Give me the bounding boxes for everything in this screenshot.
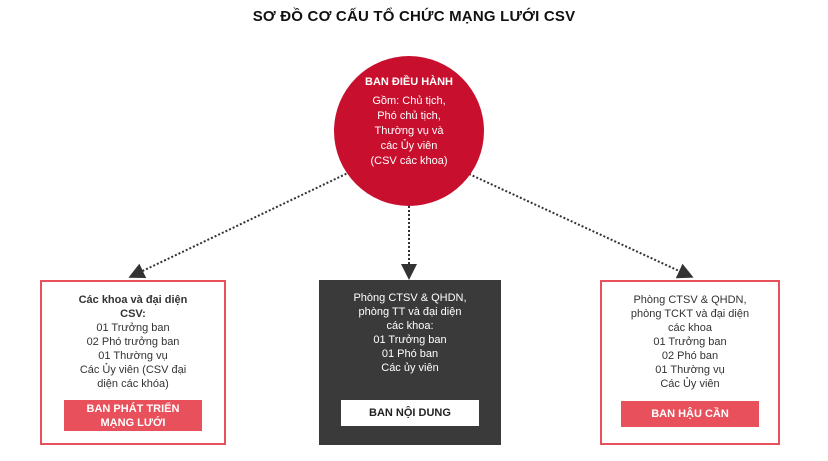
right-box-line: Phòng CTSV & QHDN, <box>633 294 747 306</box>
arrow-to-left-box <box>128 171 351 279</box>
exec-board-line: (CSV các khoa) <box>370 155 448 167</box>
mid-box-line: 01 Trưởng ban <box>373 334 447 346</box>
logistics-board-label: BAN HẬU CẦN <box>621 401 759 427</box>
left-box-line: Các Ủy viên (CSV đại <box>79 364 187 376</box>
exec-board-title: BAN ĐIỀU HÀNH <box>365 76 453 88</box>
right-box-line: phòng TCKT và đại diện <box>630 308 750 320</box>
right-box-line: 01 Thường vụ <box>655 364 725 376</box>
network-dev-board-label-line: MẠNG LƯỚI <box>100 416 166 429</box>
exec-board-line: Gồm: Chủ tịch, <box>372 95 446 107</box>
arrow-to-right-box <box>468 173 694 279</box>
mid-box-line: các khoa: <box>386 320 434 332</box>
left-box-line: 01 Thường vụ <box>98 350 168 362</box>
content-board-label: BAN NỘI DUNG <box>341 400 479 426</box>
exec-board-line: các Ủy viên <box>380 140 438 152</box>
mid-box-line: phòng TT và đại diện <box>358 306 462 318</box>
logistics-board-box: Phòng CTSV & QHDN, phòng TCKT và đại diệ… <box>600 280 780 445</box>
network-dev-board-box: Các khoa và đại diện CSV: 01 Trưởng ban … <box>40 280 226 445</box>
network-dev-board-label: BAN PHÁT TRIỂN MẠNG LƯỚI <box>64 400 202 431</box>
left-box-line: 01 Trưởng ban <box>96 322 170 334</box>
exec-board-line: Phó chủ tịch, <box>377 110 441 122</box>
right-box-line: 02 Phó ban <box>661 350 719 362</box>
left-box-line: diện các khóa) <box>97 378 169 390</box>
right-box-line: 01 Trưởng ban <box>653 336 727 348</box>
right-box-line: các khoa <box>667 322 713 334</box>
network-dev-board-label-line: BAN PHÁT TRIỂN <box>86 402 180 415</box>
mid-box-line: 01 Phó ban <box>381 348 439 360</box>
left-box-heading: Các khoa và đại diện <box>78 294 188 306</box>
left-box-heading: CSV: <box>120 308 146 320</box>
exec-board-line: Thường vụ và <box>374 125 444 137</box>
content-board-box: Phòng CTSV & QHDN, phòng TT và đại diện … <box>319 280 501 445</box>
right-box-line: Các Ủy viên <box>660 378 720 390</box>
mid-box-line: Phòng CTSV & QHDN, <box>353 292 467 304</box>
mid-box-line: Các ủy viên <box>381 362 439 374</box>
left-box-line: 02 Phó trưởng ban <box>86 336 180 348</box>
exec-board-circle: BAN ĐIỀU HÀNH Gồm: Chủ tịch, Phó chủ tịc… <box>334 56 484 206</box>
